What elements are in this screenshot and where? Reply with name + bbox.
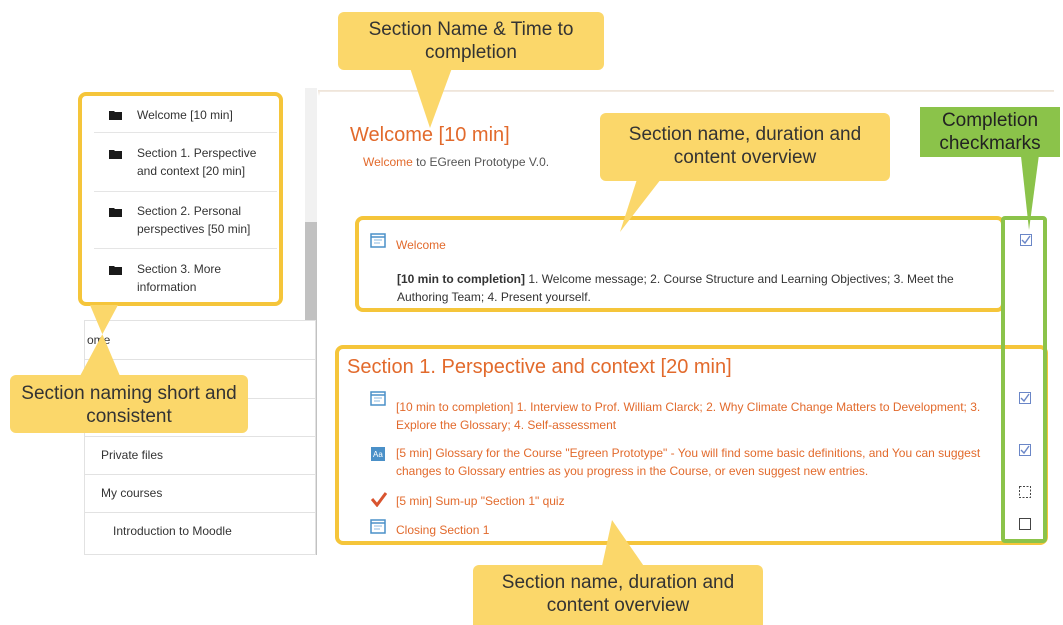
divider — [85, 359, 315, 360]
callout-section-name-time: Section Name & Time to completion — [338, 12, 604, 70]
nav-item-label: Private files — [101, 448, 164, 462]
callout-section-overview-bottom: Section name, duration and content overv… — [473, 565, 763, 625]
nav-item-private-files[interactable]: Private files — [85, 436, 315, 474]
callout-section-overview-top: Section name, duration and content overv… — [600, 113, 890, 181]
navigation-block: ome Private files My courses Introductio… — [84, 320, 316, 555]
highlight-section-1 — [335, 345, 1048, 545]
nav-item-home[interactable]: ome — [85, 321, 315, 359]
nav-item-label: My courses — [101, 486, 163, 500]
welcome-link[interactable]: Welcome — [363, 155, 413, 169]
section-summary: Welcome to EGreen Prototype V.0. — [363, 155, 549, 169]
callout-section-naming: Section naming short and consistent — [10, 375, 248, 433]
nav-item-label: ome — [87, 333, 111, 347]
nav-item-label: Introduction to Moodle — [113, 524, 232, 538]
summary-text: to EGreen Prototype V.0. — [412, 155, 550, 169]
section-title-welcome: Welcome [10 min] — [350, 124, 510, 146]
highlight-sections-list — [78, 92, 283, 306]
highlight-completion-column — [1001, 216, 1047, 543]
nav-item-introduction-to-moodle[interactable]: Introduction to Moodle — [85, 512, 315, 550]
highlight-welcome-section — [355, 216, 1005, 312]
nav-item-my-courses[interactable]: My courses — [85, 474, 315, 512]
callout-completion-checkmarks: Completion checkmarks — [920, 107, 1060, 157]
